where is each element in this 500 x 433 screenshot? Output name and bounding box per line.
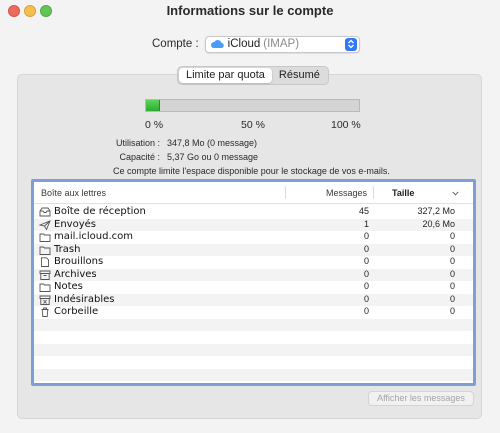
mailbox-name: mail.icloud.com xyxy=(54,231,133,242)
sent-icon xyxy=(39,219,51,230)
mailbox-size: 0 xyxy=(449,256,455,266)
mailbox-name: Corbeille xyxy=(54,306,99,317)
quota-fill xyxy=(146,100,160,111)
quota-tick-50: 50 % xyxy=(241,119,265,131)
quota-tick-100: 100 % xyxy=(331,119,361,131)
message-count: 0 xyxy=(363,256,369,266)
table-row[interactable]: Notes 0 0 xyxy=(34,281,473,294)
empty-row xyxy=(34,331,473,344)
account-row: Compte : iCloud (IMAP) xyxy=(152,35,360,53)
mailbox-name: Boîte de réception xyxy=(54,206,146,217)
message-count: 1 xyxy=(363,218,369,229)
mailbox-size: 0 xyxy=(449,231,455,241)
account-select[interactable]: iCloud (IMAP) xyxy=(204,35,360,53)
account-type: (IMAP) xyxy=(263,38,300,50)
mailbox-size: 0 xyxy=(449,306,455,316)
junk-icon xyxy=(39,295,51,305)
message-count: 0 xyxy=(363,268,369,279)
empty-row xyxy=(34,368,473,381)
capacity-label: Capacité : xyxy=(119,152,160,162)
mailbox-name: Notes xyxy=(54,281,83,292)
table-row[interactable]: Archives 0 0 xyxy=(34,268,473,281)
capacity-value: 5,37 Go ou 0 message xyxy=(167,152,259,162)
folder-icon xyxy=(39,283,51,292)
show-messages-button[interactable]: Afficher les messages xyxy=(368,391,474,406)
empty-row xyxy=(34,318,473,331)
table-row[interactable]: Corbeille 0 0 xyxy=(34,306,473,319)
message-count: 45 xyxy=(358,206,369,216)
column-mailbox[interactable]: Boîte aux lettres xyxy=(41,188,106,198)
table-row[interactable]: Trash 0 0 xyxy=(34,243,473,256)
title-bar: Informations sur le compte xyxy=(0,0,500,24)
table-body: Boîte de réception 45 327,2 Mo Envoyés 1 20,6… xyxy=(34,206,473,381)
mailbox-size: 327,2 Mo xyxy=(417,206,455,216)
inbox-icon xyxy=(39,207,51,217)
sort-chevron-down-icon xyxy=(452,191,459,196)
mailbox-size: 0 xyxy=(449,293,455,304)
quota-tick-0: 0 % xyxy=(145,119,164,131)
mailbox-size: 20,6 Mo xyxy=(422,218,455,229)
usage-label: Utilisation : xyxy=(115,138,160,148)
message-count: 0 xyxy=(363,293,369,304)
table-row[interactable]: Brouillons 0 0 xyxy=(34,256,473,269)
quota-bar xyxy=(145,99,360,112)
mailbox-table[interactable]: Boîte aux lettres Messages Taille Boîte … xyxy=(31,179,476,386)
cloud-icon xyxy=(210,40,224,49)
account-name: iCloud xyxy=(227,38,261,50)
draft-icon xyxy=(41,257,49,267)
mailbox-name: Indésirables xyxy=(54,293,115,305)
column-size[interactable]: Taille xyxy=(392,188,414,198)
table-row[interactable]: Indésirables 0 0 xyxy=(34,293,473,306)
table-row[interactable]: Boîte de réception 45 327,2 Mo xyxy=(34,206,473,219)
table-row[interactable]: Envoyés 1 20,6 Mo xyxy=(34,218,473,231)
mailbox-size: 0 xyxy=(449,281,455,291)
trash-icon xyxy=(41,307,49,317)
column-messages[interactable]: Messages xyxy=(326,188,367,198)
account-label: Compte : xyxy=(152,38,199,50)
table-header: Boîte aux lettres Messages Taille xyxy=(34,182,473,204)
mailbox-size: 0 xyxy=(449,243,455,254)
mailbox-name: Trash xyxy=(54,243,81,255)
mailbox-name: Archives xyxy=(54,268,97,280)
message-count: 0 xyxy=(363,281,369,291)
quota-note: Ce compte limite l'espace disponible pou… xyxy=(113,166,390,176)
usage-value: 347,8 Mo (0 message) xyxy=(167,138,258,148)
folder-icon xyxy=(39,246,51,255)
tab-quota[interactable]: Limite par quota xyxy=(179,68,272,83)
tab-summary[interactable]: Résumé xyxy=(272,68,327,83)
mailbox-name: Envoyés xyxy=(54,218,96,230)
empty-row xyxy=(34,343,473,356)
archive-icon xyxy=(39,270,51,280)
window-title: Informations sur le compte xyxy=(166,3,334,18)
message-count: 0 xyxy=(363,243,369,254)
tab-segmented-control: Limite par quota Résumé xyxy=(177,66,329,85)
mailbox-size: 0 xyxy=(449,268,455,279)
table-row[interactable]: mail.icloud.com 0 0 xyxy=(34,231,473,244)
folder-icon xyxy=(39,233,51,242)
empty-row xyxy=(34,356,473,369)
column-divider xyxy=(285,186,286,199)
column-divider xyxy=(373,186,374,199)
message-count: 0 xyxy=(363,306,369,316)
chevron-updown-icon xyxy=(344,37,357,51)
message-count: 0 xyxy=(363,231,369,241)
mailbox-name: Brouillons xyxy=(54,256,104,267)
